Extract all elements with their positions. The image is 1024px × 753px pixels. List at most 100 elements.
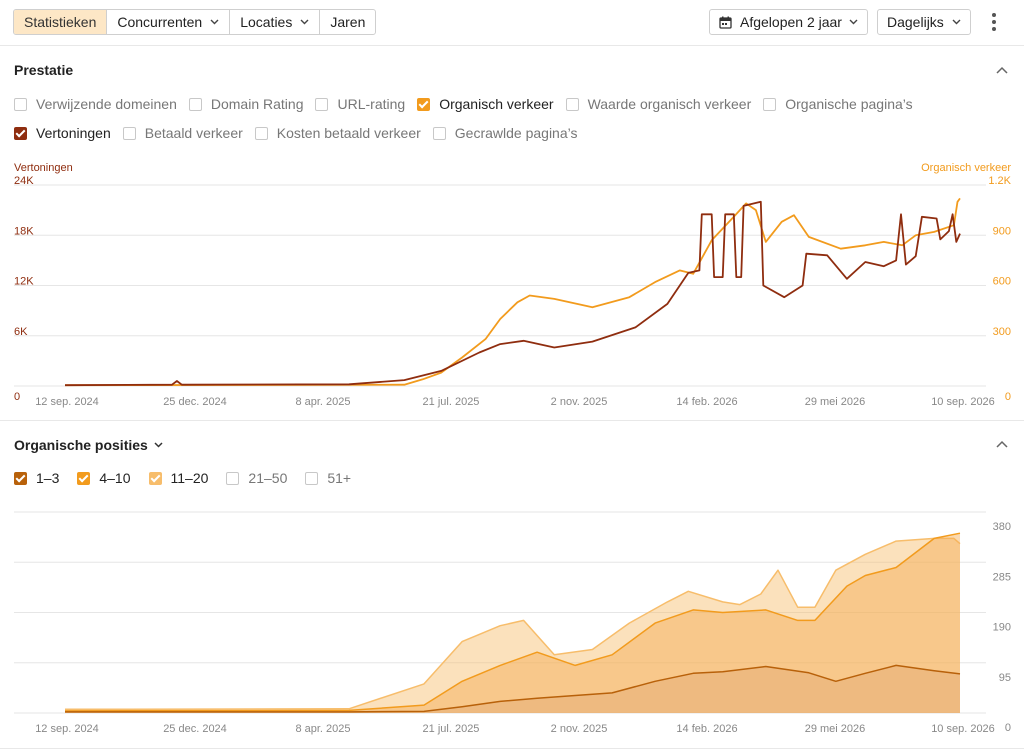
checkbox-box <box>122 126 136 140</box>
x-tick-label: 12 sep. 2024 <box>35 396 99 408</box>
chevron-up-icon[interactable] <box>993 436 1011 454</box>
x-tick-label: 8 apr. 2025 <box>295 723 350 735</box>
metric-row-1: Verwijzende domeinen Domain Rating URL-r… <box>14 96 913 112</box>
positions-chart: 0 95 190 285 380 12 sep. 2024 25 dec. 2024 8 ap… <box>14 511 1011 735</box>
metric-label: Gecrawlde pagina’s <box>454 125 578 141</box>
interval-selector[interactable]: Dagelijks <box>877 9 971 35</box>
tab-label: Locaties <box>240 14 293 30</box>
section-title-organische-posities[interactable]: Organische posities <box>14 437 163 453</box>
metric-label: Organische pagina’s <box>785 96 913 112</box>
metric-label: Waarde organisch verkeer <box>587 96 752 112</box>
section-title-prestatie: Prestatie <box>14 62 74 78</box>
calendar-icon <box>719 16 732 29</box>
tab-locaties[interactable]: Locaties <box>230 10 321 34</box>
metric-checkbox-vertoningen[interactable]: Vertoningen <box>14 125 111 141</box>
checkbox-box <box>77 471 91 485</box>
checkbox-box <box>14 97 27 111</box>
bucket-label: 11–20 <box>170 470 209 486</box>
x-tick-label: 10 sep. 2026 <box>931 396 995 408</box>
chevron-up-icon[interactable] <box>993 62 1011 80</box>
chevron-down-icon <box>300 19 309 25</box>
metric-checkbox-kosten-betaald-verkeer[interactable]: Kosten betaald verkeer <box>254 125 421 141</box>
x-tick-label: 29 mei 2026 <box>805 396 866 408</box>
y-right-tick-label: 95 <box>999 672 1011 684</box>
bucket-label: 21–50 <box>248 470 288 486</box>
x-tick-label: 21 jul. 2025 <box>423 396 480 408</box>
chevron-down-icon <box>952 19 961 25</box>
bucket-checkbox-51-plus[interactable]: 51+ <box>305 470 351 486</box>
metric-checkbox-organisch-verkeer[interactable]: Organisch verkeer <box>417 96 554 112</box>
checkbox-box <box>315 97 329 111</box>
section-divider <box>0 420 1024 421</box>
chevron-down-icon <box>849 19 858 25</box>
x-tick-label: 14 feb. 2026 <box>676 396 737 408</box>
y-right-tick-label: 285 <box>993 571 1011 583</box>
tab-concurrenten[interactable]: Concurrenten <box>107 10 231 34</box>
y-left-tick-label: 6K <box>14 326 28 338</box>
section-divider <box>0 748 1024 749</box>
metric-checkbox-betaald-verkeer[interactable]: Betaald verkeer <box>122 125 243 141</box>
x-tick-label: 8 apr. 2025 <box>295 396 350 408</box>
x-tick-label: 2 nov. 2025 <box>551 396 608 408</box>
metric-label: Organisch verkeer <box>439 96 554 112</box>
x-tick-label: 2 nov. 2025 <box>551 723 608 735</box>
checkbox-box <box>14 471 27 485</box>
checkbox-box <box>305 471 319 485</box>
interval-label: Dagelijks <box>887 14 944 30</box>
tab-label: Concurrenten <box>117 14 203 30</box>
y-left-tick-label: 0 <box>14 391 20 403</box>
metric-label: Domain Rating <box>210 96 304 112</box>
bucket-checkbox-11-20[interactable]: 11–20 <box>148 470 209 486</box>
checkbox-box <box>148 471 162 485</box>
checkbox-box <box>432 126 446 140</box>
metric-label: Betaald verkeer <box>144 125 243 141</box>
bucket-checkbox-1-3[interactable]: 1–3 <box>14 470 59 486</box>
bucket-label: 51+ <box>327 470 352 486</box>
x-tick-label: 14 feb. 2026 <box>676 723 737 735</box>
metric-checkbox-url-rating[interactable]: URL-rating <box>315 96 405 112</box>
tab-jaren[interactable]: Jaren <box>320 10 375 34</box>
section-title-label: Organische posities <box>14 437 148 453</box>
metric-label: Kosten betaald verkeer <box>276 125 421 141</box>
metric-checkbox-verwijzende-domeinen[interactable]: Verwijzende domeinen <box>14 96 177 112</box>
tab-label: Jaren <box>330 14 366 30</box>
metric-label: Verwijzende domeinen <box>36 96 177 112</box>
x-tick-label: 10 sep. 2026 <box>931 723 995 735</box>
tab-label: Statistieken <box>24 14 97 30</box>
y-right-tick-label: 600 <box>993 276 1011 288</box>
period-selector[interactable]: Afgelopen 2 jaar <box>709 9 868 35</box>
bucket-label: 1–3 <box>36 470 60 486</box>
bucket-checkbox-21-50[interactable]: 21–50 <box>226 470 287 486</box>
chevron-down-icon <box>210 19 219 25</box>
left-axis-title: Vertoningen <box>14 162 73 174</box>
metric-checkbox-domain-rating[interactable]: Domain Rating <box>188 96 304 112</box>
y-left-tick-label: 12K <box>14 276 34 288</box>
bucket-checkbox-4-10[interactable]: 4–10 <box>77 470 131 486</box>
metric-checkbox-waarde-organisch-verkeer[interactable]: Waarde organisch verkeer <box>565 96 752 112</box>
y-left-tick-label: 18K <box>14 225 34 237</box>
x-tick-label: 25 dec. 2024 <box>163 723 227 735</box>
x-tick-label: 25 dec. 2024 <box>163 396 227 408</box>
series-line-vertoningen <box>64 200 961 387</box>
tab-statistieken[interactable]: Statistieken <box>14 10 108 34</box>
y-left-tick-label: 24K <box>14 176 34 187</box>
y-right-tick-label: 900 <box>993 225 1011 237</box>
kebab-menu-icon[interactable] <box>985 10 1003 34</box>
y-right-tick-label: 190 <box>993 622 1011 634</box>
checkbox-box <box>226 471 240 485</box>
metric-label: Vertoningen <box>36 125 111 141</box>
metric-checkbox-gecrawlde-paginas[interactable]: Gecrawlde pagina’s <box>432 125 578 141</box>
y-right-tick-label: 380 <box>993 521 1011 533</box>
y-right-tick-label: 0 <box>1005 722 1011 734</box>
right-axis-title: Organisch verkeer <box>921 162 1011 174</box>
bucket-label: 4–10 <box>99 470 131 486</box>
chevron-down-icon <box>154 442 163 448</box>
checkbox-box <box>254 126 268 140</box>
checkbox-box <box>565 97 579 111</box>
metric-row-2: Vertoningen Betaald verkeer Kosten betaa… <box>14 125 578 141</box>
checkbox-box <box>14 126 27 140</box>
metric-label: URL-rating <box>337 96 406 112</box>
performance-chart: 0 0 6K 300 12K 600 18K 900 24K 1.2K 12 sep. 2024 25… <box>14 176 1012 408</box>
period-label: Afgelopen 2 jaar <box>740 14 842 30</box>
metric-checkbox-organische-paginas[interactable]: Organische pagina’s <box>763 96 913 112</box>
